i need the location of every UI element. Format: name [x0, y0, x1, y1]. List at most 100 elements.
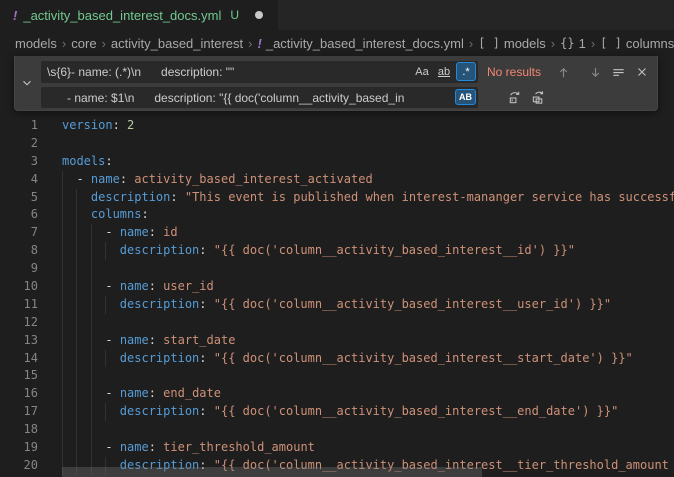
find-input[interactable]: \s{6}- name: (.*)\n description: "" Aa a… [41, 61, 478, 83]
line-number[interactable]: 10 [0, 278, 38, 296]
code-line[interactable]: 11 description: "{{ doc('column__activit… [0, 296, 674, 314]
replace-icon [507, 90, 522, 105]
line-number[interactable]: 2 [0, 135, 38, 153]
line-number[interactable]: 15 [0, 367, 38, 385]
code-line[interactable]: 19 - name: tier_threshold_amount [0, 439, 674, 457]
code-line[interactable]: 8 description: "{{ doc('column__activity… [0, 242, 674, 260]
line-number[interactable]: 8 [0, 242, 38, 260]
indent-guide [62, 296, 63, 314]
code-line[interactable]: 2 [0, 135, 674, 153]
chevron-right-icon: › [546, 36, 560, 51]
code-line[interactable]: 18 [0, 421, 674, 439]
close-icon [635, 65, 649, 79]
indent-guide [62, 403, 63, 421]
breadcrumb-item[interactable]: [ ]models [478, 36, 546, 51]
code-line[interactable]: 7 - name: id [0, 224, 674, 242]
line-number[interactable]: 9 [0, 260, 38, 278]
chevron-right-icon: › [57, 36, 71, 51]
whole-word-button[interactable]: ab [434, 62, 454, 81]
line-number[interactable]: 17 [0, 403, 38, 421]
close-button[interactable] [631, 62, 652, 83]
line-number[interactable]: 19 [0, 439, 38, 457]
breadcrumb-item[interactable]: {}1 [560, 36, 586, 51]
indent-guide [76, 367, 77, 385]
code-line[interactable]: 13 - name: start_date [0, 332, 674, 350]
indent-guide [62, 350, 63, 368]
breadcrumb-item[interactable]: activity_based_interest [111, 36, 243, 51]
code-text: description: "{{ doc('column__activity_b… [62, 296, 611, 314]
breadcrumb-item[interactable]: !_activity_based_interest_docs.yml [258, 36, 464, 51]
line-number[interactable]: 11 [0, 296, 38, 314]
replace-row: - name: $1\n description: "{{ doc('colum… [41, 87, 652, 108]
code-text: - name: id [62, 224, 178, 242]
toggle-replace-button[interactable] [16, 56, 38, 110]
indent-guide [76, 403, 77, 421]
breadcrumb-label: columns [626, 36, 674, 51]
chevron-right-icon: › [243, 36, 257, 51]
code-line[interactable]: 6 columns: [0, 206, 674, 224]
indent-guide [105, 242, 106, 260]
code-line[interactable]: 3models: [0, 153, 674, 171]
line-number[interactable]: 14 [0, 350, 38, 368]
next-match-button[interactable] [585, 62, 606, 83]
code-line[interactable]: 5 description: "This event is published … [0, 189, 674, 207]
code-line[interactable]: 4 - name: activity_based_interest_activa… [0, 171, 674, 189]
chevron-down-icon [20, 76, 34, 90]
indent-guide [76, 314, 77, 332]
previous-match-button[interactable] [553, 62, 574, 83]
breadcrumb-label: models [15, 36, 57, 51]
code-text: - name: activity_based_interest_activate… [62, 171, 373, 189]
indent-guide [62, 206, 63, 224]
line-number[interactable]: 5 [0, 189, 38, 207]
match-case-button[interactable]: Aa [412, 62, 432, 81]
code-line[interactable]: 14 description: "{{ doc('column__activit… [0, 350, 674, 368]
code-line[interactable]: 10 - name: user_id [0, 278, 674, 296]
code-text: version: 2 [62, 117, 134, 135]
yaml-icon: ! [258, 36, 262, 51]
line-number[interactable]: 20 [0, 457, 38, 475]
breadcrumb-item[interactable]: models [15, 36, 57, 51]
code-line[interactable]: 1 version: 2 [0, 117, 674, 135]
code-text: - name: user_id [62, 278, 214, 296]
find-in-selection-button[interactable] [608, 62, 629, 83]
regex-button[interactable]: .* [456, 62, 476, 81]
code-line[interactable]: 9 [0, 260, 674, 278]
indent-guide [76, 242, 77, 260]
breadcrumb-item[interactable]: [ ]columns [600, 36, 674, 51]
indent-guide [76, 278, 77, 296]
line-number[interactable]: 12 [0, 314, 38, 332]
replace-button[interactable] [504, 87, 525, 108]
replace-value-text: - name: $1\n description: "{{ doc('colum… [47, 91, 404, 105]
indent-guide [62, 171, 63, 189]
indent-guide [91, 314, 92, 332]
yaml-file-icon: ! [13, 8, 17, 23]
code-line[interactable]: 17 description: "{{ doc('column__activit… [0, 403, 674, 421]
line-number[interactable]: 6 [0, 206, 38, 224]
breadcrumb-item[interactable]: core [71, 36, 96, 51]
line-number[interactable]: 7 [0, 224, 38, 242]
line-number[interactable]: 3 [0, 153, 38, 171]
preserve-case-button[interactable]: AB [455, 89, 476, 105]
code-line[interactable]: 15 [0, 367, 674, 385]
replace-input[interactable]: - name: $1\n description: "{{ doc('colum… [41, 87, 478, 108]
code-text: - name: tier_threshold_amount [62, 439, 315, 457]
line-number[interactable]: 16 [0, 385, 38, 403]
line-number[interactable]: 4 [0, 171, 38, 189]
line-number[interactable]: 13 [0, 332, 38, 350]
breadcrumb: models›core›activity_based_interest›!_ac… [0, 30, 674, 56]
code-line[interactable]: 16 - name: end_date [0, 385, 674, 403]
code-line[interactable]: 12 [0, 314, 674, 332]
indent-guide [76, 439, 77, 457]
indent-guide [105, 350, 106, 368]
replace-all-button[interactable] [528, 87, 549, 108]
chevron-right-icon: › [97, 36, 111, 51]
symbol-array-icon: [ ] [478, 36, 500, 50]
tab-activity-based-interest-docs[interactable]: ! _activity_based_interest_docs.yml U [0, 0, 278, 30]
indent-guide [62, 439, 63, 457]
modified-dot[interactable] [255, 11, 263, 19]
indent-guide [76, 350, 77, 368]
horizontal-scrollbar[interactable] [62, 467, 482, 477]
line-number[interactable]: 1 [0, 117, 38, 135]
line-number[interactable]: 18 [0, 421, 38, 439]
indent-guide [91, 367, 92, 385]
